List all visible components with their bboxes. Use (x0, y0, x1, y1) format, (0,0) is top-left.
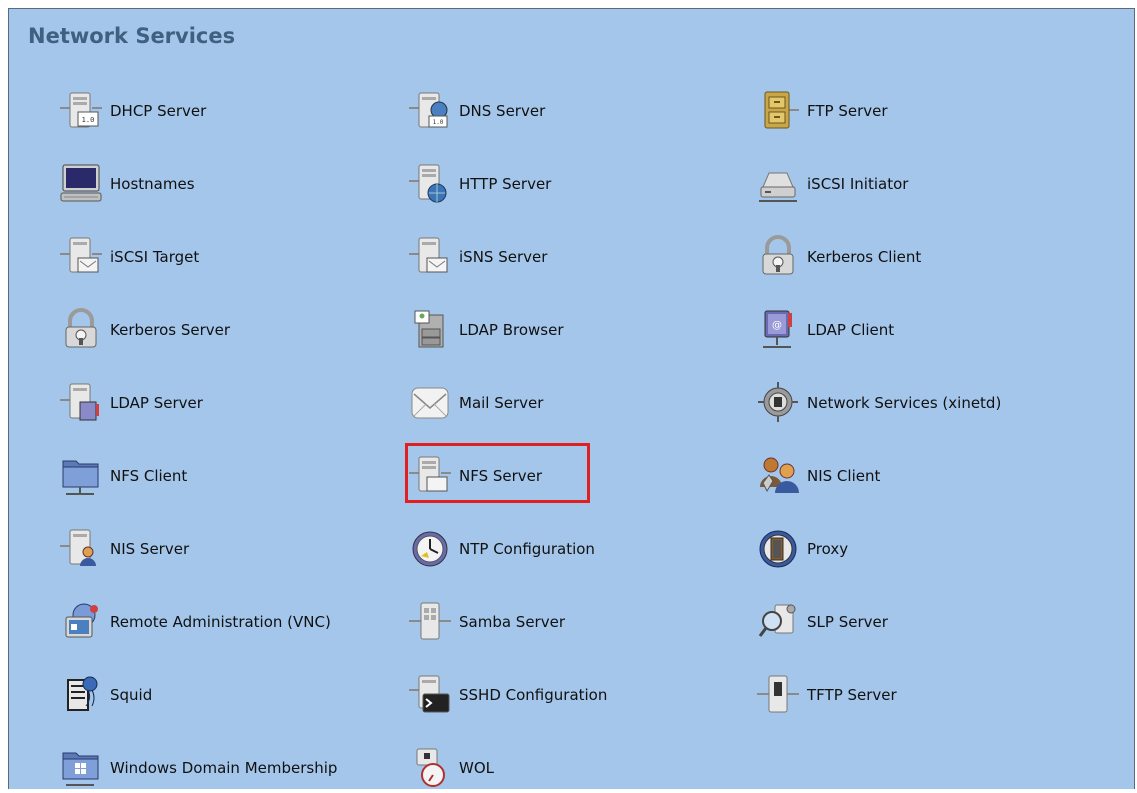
service-kerberos-server[interactable]: Kerberos Server (55, 305, 385, 355)
ldap-client-icon: @ (752, 305, 804, 355)
samba-server-icon (404, 597, 456, 647)
service-isns-server[interactable]: iSNS Server (404, 232, 734, 282)
service-iscsi-target[interactable]: iSCSI Target (55, 232, 385, 282)
service-samba-server[interactable]: Samba Server (404, 597, 734, 647)
kerberos-client-icon (752, 232, 804, 282)
ldap-server-icon (55, 378, 107, 428)
nfs-server-highlight-box (405, 443, 590, 503)
service-mail-server[interactable]: Mail Server (404, 378, 734, 428)
iscsi-initiator-icon (752, 159, 804, 209)
ldap-browser-icon (404, 305, 456, 355)
nis-server-icon (55, 524, 107, 574)
ftp-server-icon (752, 86, 804, 136)
proxy-icon (752, 524, 804, 574)
service-tftp-server[interactable]: TFTP Server (752, 670, 1082, 720)
sshd-configuration-icon (404, 670, 456, 720)
hostnames-icon (55, 159, 107, 209)
xinetd-icon (752, 378, 804, 428)
ntp-configuration-icon (404, 524, 456, 574)
kerberos-server-icon (55, 305, 107, 355)
wol-icon (404, 743, 456, 793)
service-ldap-browser[interactable]: LDAP Browser (404, 305, 734, 355)
service-network-services-xinetd[interactable]: Network Services (xinetd) (752, 378, 1082, 428)
squid-icon (55, 670, 107, 720)
svg-text:1.0: 1.0 (82, 116, 95, 124)
service-dhcp-server[interactable]: 1.0 DHCP Server (55, 86, 385, 136)
remote-administration-icon (55, 597, 107, 647)
dhcp-server-icon: 1.0 (55, 86, 107, 136)
windows-domain-icon (55, 743, 107, 793)
service-ldap-server[interactable]: LDAP Server (55, 378, 385, 428)
network-services-panel: Network Services 1.0 DHCP Server 1.0 DNS… (8, 8, 1135, 789)
service-windows-domain-membership[interactable]: Windows Domain Membership (55, 743, 385, 793)
http-server-icon (404, 159, 456, 209)
service-hostnames[interactable]: Hostnames (55, 159, 385, 209)
service-ntp-configuration[interactable]: NTP Configuration (404, 524, 734, 574)
iscsi-target-icon (55, 232, 107, 282)
service-http-server[interactable]: HTTP Server (404, 159, 734, 209)
svg-text:1.0: 1.0 (433, 119, 444, 126)
service-nis-client[interactable]: NIS Client (752, 451, 1082, 501)
dns-server-icon: 1.0 (404, 86, 456, 136)
nfs-client-icon (55, 451, 107, 501)
slp-server-icon (752, 597, 804, 647)
panel-title: Network Services (28, 24, 236, 48)
service-ftp-server[interactable]: FTP Server (752, 86, 1082, 136)
service-wol[interactable]: WOL (404, 743, 734, 793)
mail-server-icon (404, 378, 456, 428)
service-remote-administration-vnc[interactable]: Remote Administration (VNC) (55, 597, 385, 647)
service-proxy[interactable]: Proxy (752, 524, 1082, 574)
service-squid[interactable]: Squid (55, 670, 385, 720)
nis-client-icon (752, 451, 804, 501)
service-dns-server[interactable]: 1.0 DNS Server (404, 86, 734, 136)
service-kerberos-client[interactable]: Kerberos Client (752, 232, 1082, 282)
service-sshd-configuration[interactable]: SSHD Configuration (404, 670, 734, 720)
service-iscsi-initiator[interactable]: iSCSI Initiator (752, 159, 1082, 209)
service-nis-server[interactable]: NIS Server (55, 524, 385, 574)
service-slp-server[interactable]: SLP Server (752, 597, 1082, 647)
service-nfs-client[interactable]: NFS Client (55, 451, 385, 501)
tftp-server-icon (752, 670, 804, 720)
service-ldap-client[interactable]: @ LDAP Client (752, 305, 1082, 355)
isns-server-icon (404, 232, 456, 282)
svg-text:@: @ (772, 320, 782, 331)
